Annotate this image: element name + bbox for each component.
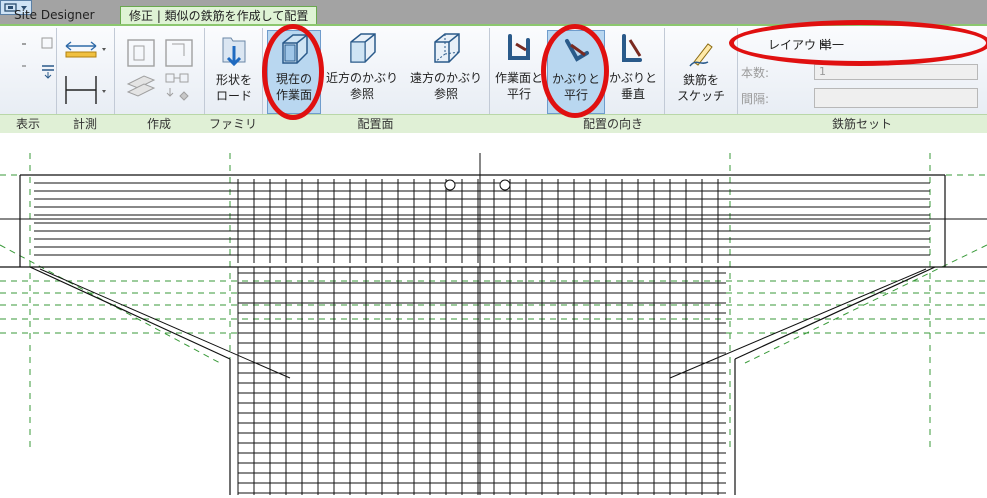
sketch-rebar-label-1: 鉄筋を: [682, 73, 719, 87]
highlight-layout-field: [729, 20, 987, 66]
spacing-input[interactable]: [814, 88, 978, 108]
load-shape-label-2: ロード: [215, 89, 252, 103]
create-tools-group[interactable]: [120, 34, 210, 110]
parallel-to-workplane-button[interactable]: 作業面と 平行: [492, 30, 546, 114]
panel-label-measure: 計測: [72, 117, 97, 131]
perpendicular-to-cover-button[interactable]: かぶりと 垂直: [606, 30, 660, 114]
parallel-workplane-icon: [508, 34, 530, 60]
far-cover-reference-button[interactable]: 遠方のかぶり 参照: [405, 30, 487, 114]
thin-lines-icon: [22, 65, 54, 79]
near-cover-label-2: 参照: [349, 87, 374, 101]
ribbon-panel-label-bar: 表示 計測 作成 ファミリ 配置面 配置の向き 鉄筋セット: [0, 114, 987, 133]
perpendicular-cover-icon: [622, 34, 642, 62]
view-tools-button[interactable]: [20, 36, 60, 67]
aligned-dimension-button[interactable]: [62, 72, 108, 108]
rebar-section-drawing: [0, 153, 987, 495]
far-cover-label-1: 遠方のかぶり: [409, 71, 482, 85]
rebar-hook: [444, 179, 456, 191]
spacing-label: 間隔:: [741, 92, 770, 106]
quantity-label: 本数:: [741, 66, 770, 80]
highlight-parallel-to-cover: [541, 24, 609, 118]
tab-modify-rebar-context[interactable]: 修正 | 類似の鉄筋を作成して配置: [120, 6, 318, 24]
tab-site-designer[interactable]: Site Designer: [6, 6, 103, 24]
panel-label-view: 表示: [15, 117, 40, 131]
drawing-canvas[interactable]: [0, 133, 987, 495]
measure-between-refs-button[interactable]: [62, 36, 108, 64]
sketch-pencil-icon: [689, 43, 713, 67]
near-cover-label-1: 近方のかぶり: [325, 71, 398, 85]
parallel-workplane-label-2: 平行: [506, 87, 531, 101]
panel-label-family: ファミリ: [208, 117, 257, 131]
panel-label-rebar-set: 鉄筋セット: [831, 117, 892, 131]
load-shape-label-1: 形状を: [215, 73, 252, 87]
far-cover-icon: [434, 33, 460, 63]
panel-label-create: 作成: [146, 117, 171, 131]
sketch-rebar-label-2: スケッチ: [676, 89, 725, 103]
near-cover-icon: [350, 33, 376, 63]
view-tools-icon: [22, 37, 53, 67]
load-family-icon: [222, 37, 246, 67]
near-cover-reference-button[interactable]: 近方のかぶり 参照: [321, 30, 403, 114]
dimension-icon: [65, 76, 106, 104]
perpendicular-cover-label-1: かぶりと: [608, 71, 657, 85]
panel-label-placement-orientation: 配置の向き: [582, 117, 643, 131]
quantity-input[interactable]: 1: [814, 64, 978, 80]
reference-line: [744, 244, 987, 364]
create-similar-icon: [126, 39, 193, 101]
parallel-workplane-label-1: 作業面と: [494, 71, 543, 85]
thin-lines-button[interactable]: [20, 62, 60, 86]
far-cover-label-2: 参照: [433, 87, 458, 101]
perpendicular-cover-label-2: 垂直: [620, 87, 645, 101]
sketch-rebar-button[interactable]: 鉄筋を スケッチ: [668, 36, 734, 114]
measure-ruler-icon: [65, 41, 106, 58]
load-shape-button[interactable]: 形状を ロード: [210, 34, 258, 114]
highlight-current-workplane: [262, 24, 324, 120]
rebar-hook: [499, 179, 511, 191]
